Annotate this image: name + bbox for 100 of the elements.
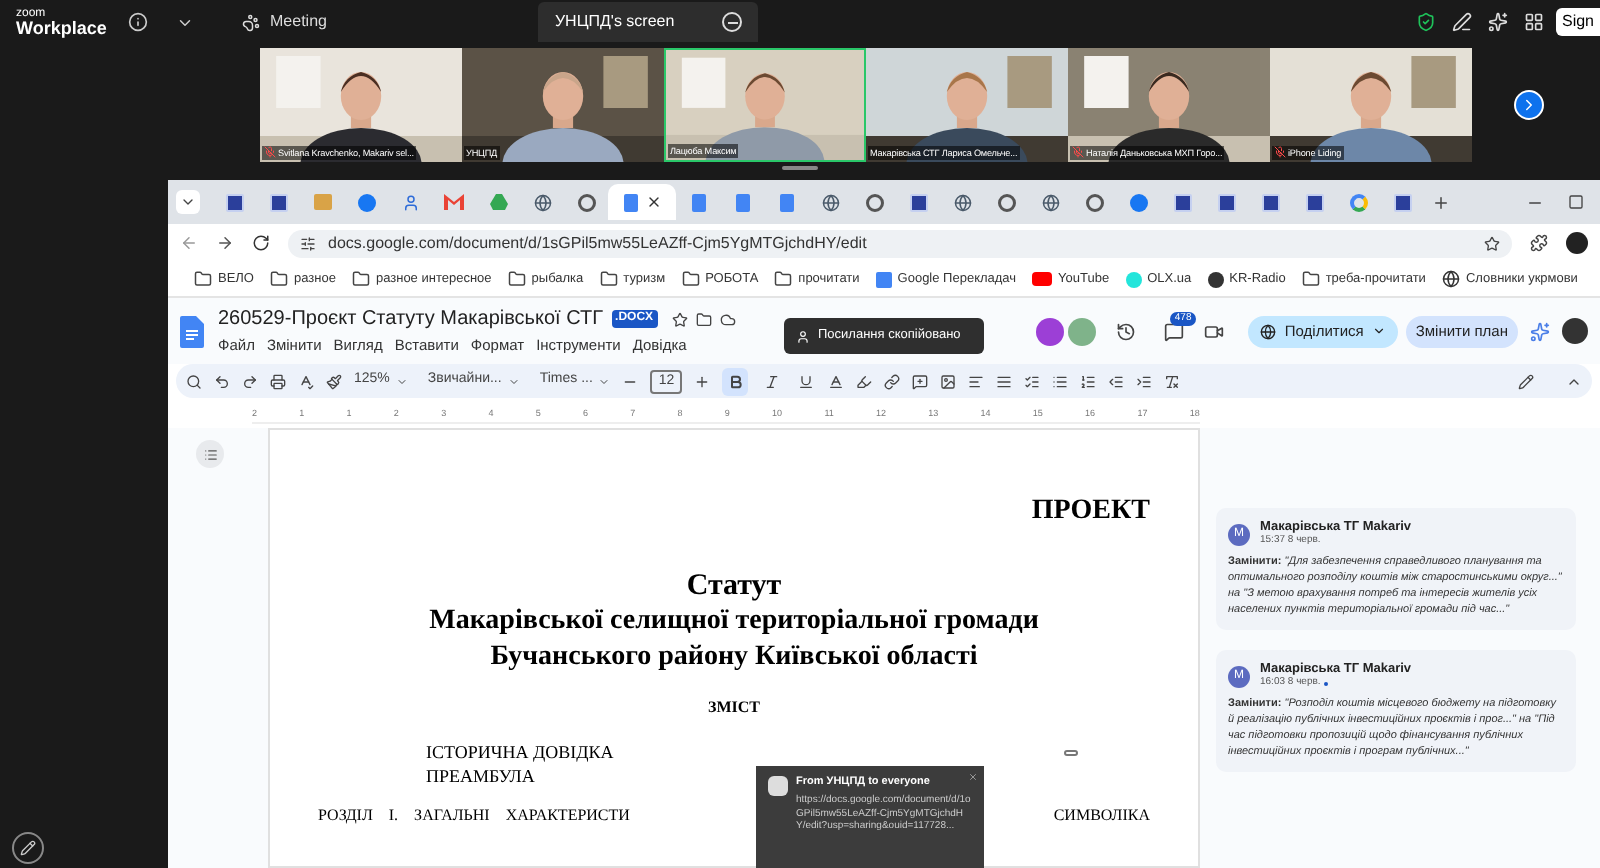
outline-icon <box>203 447 217 461</box>
italic-icon <box>763 373 780 389</box>
logo-text: Workplace <box>16 19 109 37</box>
drag-handle[interactable] <box>782 166 818 170</box>
document-icon <box>691 193 705 211</box>
user-avatar[interactable] <box>1562 318 1588 344</box>
bold-icon <box>727 373 744 389</box>
site-icon <box>1393 193 1411 211</box>
caret-icon <box>507 375 520 387</box>
edit-circle-button[interactable] <box>12 832 44 864</box>
align-icon[interactable] <box>968 373 985 389</box>
back-icon[interactable] <box>180 234 198 252</box>
indent-icon[interactable] <box>1136 373 1153 389</box>
meet-icon[interactable] <box>1204 321 1225 341</box>
folder-icon <box>270 270 288 288</box>
comment-card[interactable] <box>1216 650 1576 772</box>
undo-icon[interactable] <box>214 373 230 389</box>
site-icon <box>1261 193 1279 211</box>
url-text: docs.google.com/document/d/1sGPil5mw55LeAZff-Cjm5YgMTGjchdHY/edit <box>328 231 869 255</box>
profile-avatar[interactable] <box>1566 232 1588 254</box>
layout-icon[interactable] <box>1523 12 1544 32</box>
document-title[interactable]: 260529-Проєкт Статуту Макарівської СТГ <box>218 304 604 335</box>
folder-icon[interactable] <box>695 311 712 328</box>
document-title-line: Статут <box>686 568 782 604</box>
add-comment-icon[interactable] <box>912 373 929 389</box>
globe-icon <box>533 193 551 211</box>
contents-item: ПРЕАМБУЛА <box>426 764 535 788</box>
comments-icon[interactable] <box>1164 321 1185 341</box>
folder-icon <box>774 270 793 288</box>
caret-icon <box>395 375 408 387</box>
site-icon <box>909 193 927 211</box>
forward-icon[interactable] <box>216 234 234 252</box>
link-icon[interactable] <box>884 373 901 389</box>
site-icon <box>1217 193 1235 211</box>
underline-icon <box>797 373 814 389</box>
meeting-tab[interactable]: Meeting <box>226 2 343 42</box>
increase-size-icon[interactable] <box>694 373 711 389</box>
stamp-text: ПРОЕКТ <box>1031 494 1150 530</box>
maximize-icon[interactable] <box>1568 194 1584 210</box>
folder-icon <box>351 270 370 288</box>
paint-format-icon[interactable] <box>326 373 342 389</box>
close-icon[interactable] <box>645 194 661 210</box>
highlighter-icon[interactable] <box>856 373 873 389</box>
person-icon <box>796 329 810 343</box>
clear-format-icon[interactable] <box>1164 373 1181 389</box>
site-icon <box>225 193 243 211</box>
circle-icon <box>997 193 1015 211</box>
numbered-list-icon[interactable] <box>1080 373 1097 389</box>
contents-heading: ЗМІСТ <box>708 696 760 720</box>
cloud-icon[interactable] <box>719 311 736 328</box>
sign-button[interactable]: Sign <box>1555 8 1600 36</box>
mail-icon <box>444 194 464 210</box>
reload-icon[interactable] <box>252 234 270 252</box>
section-line: РОЗДІЛ І. ЗАГАЛЬНІ ХАРАКТЕРИСТИ <box>318 804 630 828</box>
new-tab-icon[interactable] <box>1432 193 1450 211</box>
paw-icon <box>242 13 260 31</box>
image-icon[interactable] <box>940 373 957 389</box>
stop-share-icon[interactable] <box>722 12 743 32</box>
globe-icon <box>1041 193 1059 211</box>
sender-avatar <box>768 776 788 796</box>
person-icon <box>401 193 419 211</box>
print-icon[interactable] <box>270 373 286 389</box>
contents-item: ІСТОРИЧНА ДОВІДКА <box>426 740 614 764</box>
editing-mode-icon[interactable] <box>1518 373 1534 389</box>
outdent-icon[interactable] <box>1108 373 1125 389</box>
info-icon[interactable] <box>128 12 148 32</box>
site-settings-icon[interactable] <box>300 235 316 251</box>
next-page-button[interactable] <box>1514 89 1544 119</box>
checklist-icon[interactable] <box>1024 373 1041 389</box>
collaborator-avatar[interactable] <box>1036 317 1065 345</box>
extensions-icon[interactable] <box>1530 234 1548 252</box>
meeting-tab[interactable]: УНЦПД's screen <box>538 2 759 42</box>
globe-icon <box>821 193 839 211</box>
shield-icon[interactable] <box>1415 12 1436 32</box>
caret-icon <box>1371 324 1386 338</box>
section-line-end: СИМВОЛІКА <box>1053 804 1150 828</box>
line-spacing-icon[interactable] <box>996 373 1013 389</box>
globe-icon <box>1441 270 1460 288</box>
site-icon <box>1173 193 1191 211</box>
redo-icon[interactable] <box>242 373 258 389</box>
comment-card[interactable] <box>1216 508 1576 630</box>
spellcheck-icon[interactable] <box>298 373 314 389</box>
history-icon[interactable] <box>1116 321 1137 341</box>
bold-button[interactable] <box>722 367 749 395</box>
folder-icon <box>599 270 618 288</box>
bullet-list-icon[interactable] <box>1052 373 1069 389</box>
text-color-icon[interactable] <box>828 373 845 389</box>
document-icon <box>735 193 749 211</box>
browser-tab[interactable] <box>608 184 676 220</box>
bookmark-star-icon[interactable] <box>1484 235 1500 251</box>
star-icon[interactable] <box>671 311 688 328</box>
docs-logo-icon <box>180 315 204 347</box>
document-title-line: Бучанського району Київської області <box>490 640 978 676</box>
address-bar[interactable]: docs.google.com/document/d/1sGPil5mw55LeAZff-Cjm5YgMTGjchdHY/edit <box>288 229 1512 257</box>
folder-icon <box>194 270 212 288</box>
circle-icon <box>577 193 595 211</box>
pen-icon[interactable] <box>1451 12 1472 32</box>
search-icon[interactable] <box>186 373 202 389</box>
outline-button[interactable] <box>196 440 224 468</box>
folder-icon <box>507 270 526 288</box>
